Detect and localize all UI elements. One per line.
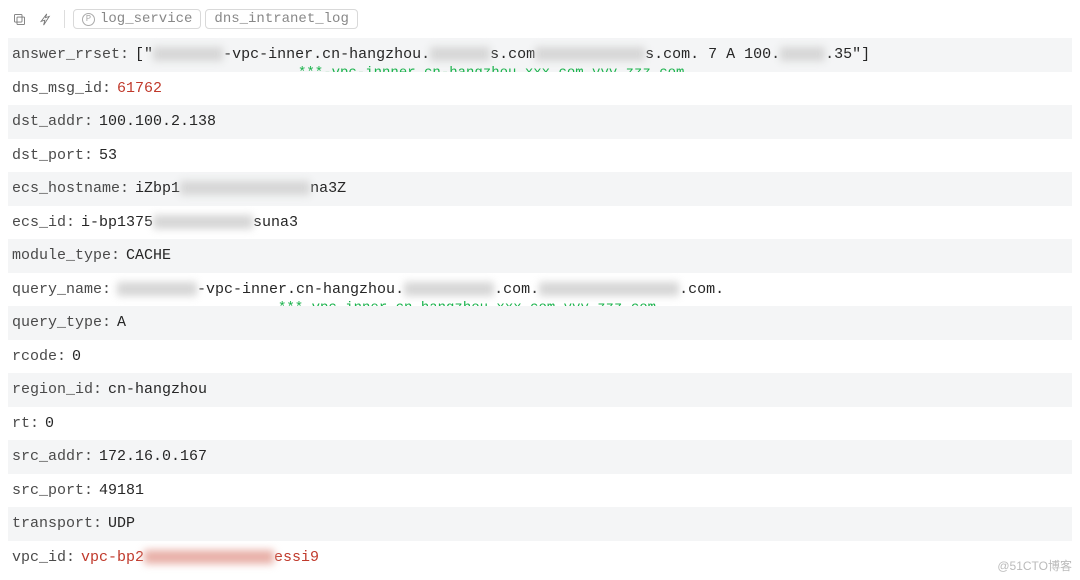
field-key: dst_addr (12, 109, 99, 135)
field-value: 53 (99, 143, 117, 169)
log-fields: answer_rrset ["-vpc-inner.cn-hangzhou.s.… (8, 38, 1072, 574)
field-row-query-name: query_name -vpc-inner.cn-hangzhou..com..… (8, 273, 1072, 307)
field-value: CACHE (126, 243, 171, 269)
field-value: 0 (72, 344, 81, 370)
field-key: src_addr (12, 444, 99, 470)
field-key: src_port (12, 478, 99, 504)
field-row-src-addr: src_addr 172.16.0.167 (8, 440, 1072, 474)
field-row-query-type: query_type A (8, 306, 1072, 340)
field-row-answer-rrset: answer_rrset ["-vpc-inner.cn-hangzhou.s.… (8, 38, 1072, 72)
tool-icon[interactable] (34, 8, 56, 30)
field-value: 100.100.2.138 (99, 109, 216, 135)
field-key: module_type (12, 243, 126, 269)
field-key: answer_rrset (12, 42, 135, 68)
field-key: dns_msg_id (12, 76, 117, 102)
copy-icon[interactable] (8, 8, 30, 30)
field-row-ecs-id: ecs_id i-bp1375suna3 (8, 206, 1072, 240)
logstore-tag-label: dns_intranet_log (214, 11, 348, 27)
field-value: 0 (45, 411, 54, 437)
field-value: A (117, 310, 126, 336)
field-row-dst-addr: dst_addr 100.100.2.138 (8, 105, 1072, 139)
field-value: i-bp1375suna3 (81, 210, 298, 236)
field-key: rt (12, 411, 45, 437)
field-row-ecs-hostname: ecs_hostname iZbp1na3Z (8, 172, 1072, 206)
field-key: vpc_id (12, 545, 81, 571)
field-key: query_type (12, 310, 117, 336)
field-row-region-id: region_id cn-hangzhou (8, 373, 1072, 407)
service-tag-label: log_service (100, 11, 192, 27)
field-value: 49181 (99, 478, 144, 504)
field-value: 172.16.0.167 (99, 444, 207, 470)
field-key: rcode (12, 344, 72, 370)
service-badge-icon: P (82, 13, 95, 26)
field-row-src-port: src_port 49181 (8, 474, 1072, 508)
field-row-transport: transport UDP (8, 507, 1072, 541)
field-row-dst-port: dst_port 53 (8, 139, 1072, 173)
logstore-tag[interactable]: dns_intranet_log (205, 9, 357, 29)
field-value: vpc-bp2essi9 (81, 545, 319, 571)
field-value: cn-hangzhou (108, 377, 207, 403)
field-row-dns-msg-id: dns_msg_id 61762 (8, 72, 1072, 106)
watermark: @51CTO博客 (997, 557, 1072, 574)
field-value: 61762 (117, 76, 162, 102)
field-row-rcode: rcode 0 (8, 340, 1072, 374)
field-key: query_name (12, 277, 117, 303)
toolbar-divider (64, 10, 65, 28)
field-row-module-type: module_type CACHE (8, 239, 1072, 273)
field-key: dst_port (12, 143, 99, 169)
field-row-rt: rt 0 (8, 407, 1072, 441)
service-tag[interactable]: P log_service (73, 9, 201, 29)
field-value: iZbp1na3Z (135, 176, 346, 202)
field-key: region_id (12, 377, 108, 403)
field-key: ecs_hostname (12, 176, 135, 202)
field-value: UDP (108, 511, 135, 537)
field-key: ecs_id (12, 210, 81, 236)
toolbar: P log_service dns_intranet_log (8, 6, 1072, 32)
field-key: transport (12, 511, 108, 537)
